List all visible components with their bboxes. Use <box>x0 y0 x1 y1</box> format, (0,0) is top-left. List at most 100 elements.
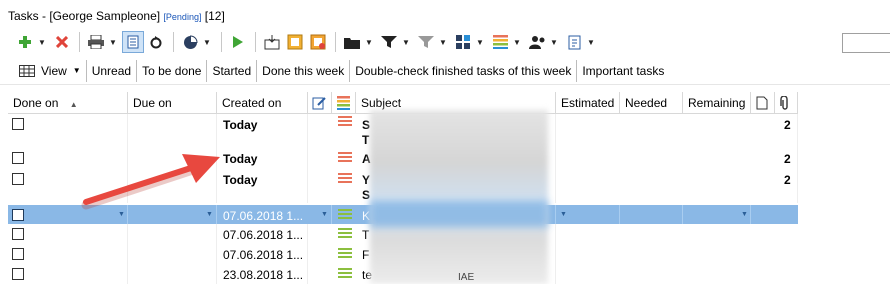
separator <box>79 32 80 52</box>
created-cell: Today <box>217 114 308 148</box>
search-input[interactable] <box>842 33 890 53</box>
done-checkbox[interactable] <box>12 268 24 280</box>
title-bar: Tasks - [George Sampleone] [Pending] [12… <box>0 0 890 28</box>
filter-unread[interactable]: Unread <box>87 60 136 82</box>
pie-chart-icon[interactable] <box>179 31 201 53</box>
script-dropdown-chevron-down-icon[interactable]: ▼ <box>586 38 596 47</box>
done-checkbox[interactable] <box>12 152 24 164</box>
users-icon[interactable] <box>526 31 548 53</box>
col-remaining[interactable]: Remaining <box>683 92 751 114</box>
col-edited[interactable] <box>308 92 332 114</box>
chart-dropdown-chevron-down-icon[interactable]: ▼ <box>202 38 212 47</box>
chevron-down-icon[interactable]: ▼ <box>741 211 748 218</box>
col-subject-label: Subject <box>361 96 402 110</box>
filter-to-be-done[interactable]: To be done <box>137 60 206 82</box>
done-cell[interactable] <box>8 264 128 284</box>
col-attachments[interactable] <box>775 92 798 114</box>
attachment-count: 2 <box>775 169 798 203</box>
chevron-down-icon[interactable]: ▼ <box>321 211 328 218</box>
due-cell[interactable] <box>128 114 217 148</box>
created-cell: 23.08.2018 1... <box>217 264 308 284</box>
filter-icon[interactable] <box>378 31 400 53</box>
users-dropdown-chevron-down-icon[interactable]: ▼ <box>549 38 559 47</box>
redacted-selection-band <box>370 201 548 227</box>
add-icon[interactable] <box>14 31 36 53</box>
done-cell[interactable] <box>8 244 128 264</box>
filter-important-tasks[interactable]: Important tasks <box>577 60 669 82</box>
categories-dropdown-chevron-down-icon[interactable]: ▼ <box>475 38 485 47</box>
col-estimated[interactable]: Estimated <box>556 92 620 114</box>
refresh-icon[interactable] <box>145 31 167 53</box>
priority-dropdown-chevron-down-icon[interactable]: ▼ <box>512 38 522 47</box>
priority-high-icon <box>338 116 352 128</box>
col-needed[interactable]: Needed <box>620 92 683 114</box>
priority-high-icon <box>338 152 352 164</box>
created-cell: Today <box>217 148 308 169</box>
script-icon[interactable] <box>563 31 585 53</box>
inbox-icon[interactable] <box>261 31 283 53</box>
view-button[interactable]: View ▼ <box>14 60 86 82</box>
chevron-down-icon[interactable]: ▼ <box>560 211 567 218</box>
separator <box>335 32 336 52</box>
add-dropdown-chevron-down-icon[interactable]: ▼ <box>37 38 47 47</box>
col-due-on[interactable]: Due on <box>128 92 217 114</box>
import-icon[interactable] <box>307 31 329 53</box>
folder-dropdown-chevron-down-icon[interactable]: ▼ <box>364 38 374 47</box>
pending-status[interactable]: [Pending] <box>163 12 201 22</box>
filter-double-check[interactable]: Double-check finished tasks of this week <box>350 60 576 82</box>
attachment-count: 2 <box>775 114 798 148</box>
col-needed-label: Needed <box>625 96 668 110</box>
col-notes[interactable] <box>751 92 775 114</box>
done-checkbox[interactable] <box>12 248 24 260</box>
paperclip-icon <box>780 95 788 110</box>
col-created-on[interactable]: Created on <box>217 92 308 114</box>
done-cell[interactable] <box>8 224 128 244</box>
priority-normal-icon <box>338 248 352 260</box>
done-checkbox[interactable] <box>12 118 24 130</box>
created-value: 07.06.2018 1... <box>223 209 304 223</box>
filter-clear-dropdown-chevron-down-icon[interactable]: ▼ <box>438 38 448 47</box>
subject-line-1: Y <box>362 173 371 187</box>
folder-icon[interactable] <box>341 31 363 53</box>
col-done-on[interactable]: Done on ▲ <box>8 92 128 114</box>
play-icon[interactable] <box>227 31 249 53</box>
filter-done-this-week[interactable]: Done this week <box>257 60 349 82</box>
export-icon[interactable] <box>284 31 306 53</box>
chevron-down-icon[interactable]: ▼ <box>118 211 125 218</box>
filter-dropdown-chevron-down-icon[interactable]: ▼ <box>401 38 411 47</box>
due-cell[interactable] <box>128 264 217 284</box>
categories-icon[interactable] <box>452 31 474 53</box>
separator <box>173 32 174 52</box>
filter-bar: View ▼ Unread To be done Started Done th… <box>0 57 890 85</box>
due-cell[interactable] <box>128 244 217 264</box>
filter-clear-icon[interactable] <box>415 31 437 53</box>
priority-normal-icon <box>338 268 352 280</box>
col-priority[interactable] <box>332 92 356 114</box>
separator <box>255 32 256 52</box>
window-title-text: Tasks - [George Sampleone] <box>8 9 161 23</box>
done-checkbox[interactable] <box>12 228 24 240</box>
needed-cell[interactable] <box>620 205 683 224</box>
print-dropdown-chevron-down-icon[interactable]: ▼ <box>108 38 118 47</box>
filter-started[interactable]: Started <box>207 60 256 82</box>
done-checkbox[interactable] <box>12 173 24 185</box>
col-done-on-label: Done on <box>13 96 59 110</box>
estimated-cell[interactable]: ▼ <box>556 205 620 224</box>
col-created-on-label: Created on <box>222 96 282 110</box>
view-chevron-down-icon: ▼ <box>72 66 81 75</box>
done-checkbox[interactable] <box>12 209 24 221</box>
view-label: View <box>41 63 67 78</box>
done-cell[interactable] <box>8 114 128 148</box>
remaining-cell[interactable]: ▼ <box>683 205 751 224</box>
subject-line-1: S <box>362 118 371 132</box>
grid-icon <box>19 64 35 77</box>
delete-icon[interactable] <box>51 31 73 53</box>
redacted-subject-area <box>370 110 548 284</box>
print-icon[interactable] <box>85 31 107 53</box>
created-cell: 07.06.2018 1... ▼ <box>217 205 332 224</box>
preview-icon[interactable] <box>122 31 144 53</box>
due-cell[interactable] <box>128 224 217 244</box>
priority-icon[interactable] <box>489 31 511 53</box>
chevron-down-icon[interactable]: ▼ <box>206 211 213 218</box>
window-title: Tasks - [George Sampleone] [Pending] [12… <box>8 9 225 23</box>
